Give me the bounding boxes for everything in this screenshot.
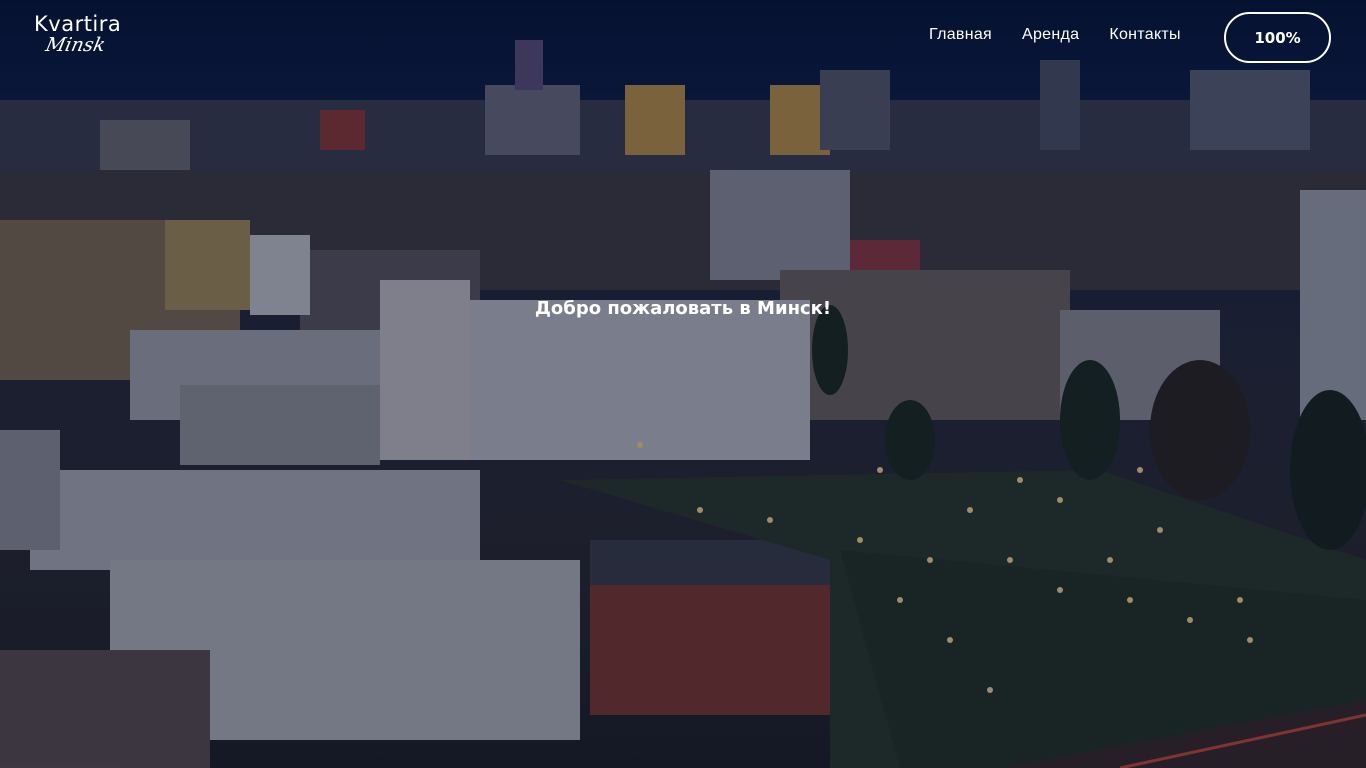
nav-contacts[interactable]: Контакты — [1109, 26, 1181, 44]
hero-background — [0, 0, 1366, 768]
site-logo[interactable]: Kvartira Minsk — [34, 12, 134, 62]
main-nav: Главная Аренда Контакты — [929, 26, 1211, 44]
logo-script: Minsk — [43, 34, 108, 56]
logo-wordmark: Kvartira — [34, 12, 122, 36]
nav-home[interactable]: Главная — [929, 26, 992, 44]
nav-rent[interactable]: Аренда — [1022, 26, 1079, 44]
header-action-button[interactable]: 100% — [1224, 12, 1331, 63]
welcome-heading: Добро пожаловать в Минск! — [534, 298, 832, 319]
dark-overlay — [0, 0, 1366, 768]
